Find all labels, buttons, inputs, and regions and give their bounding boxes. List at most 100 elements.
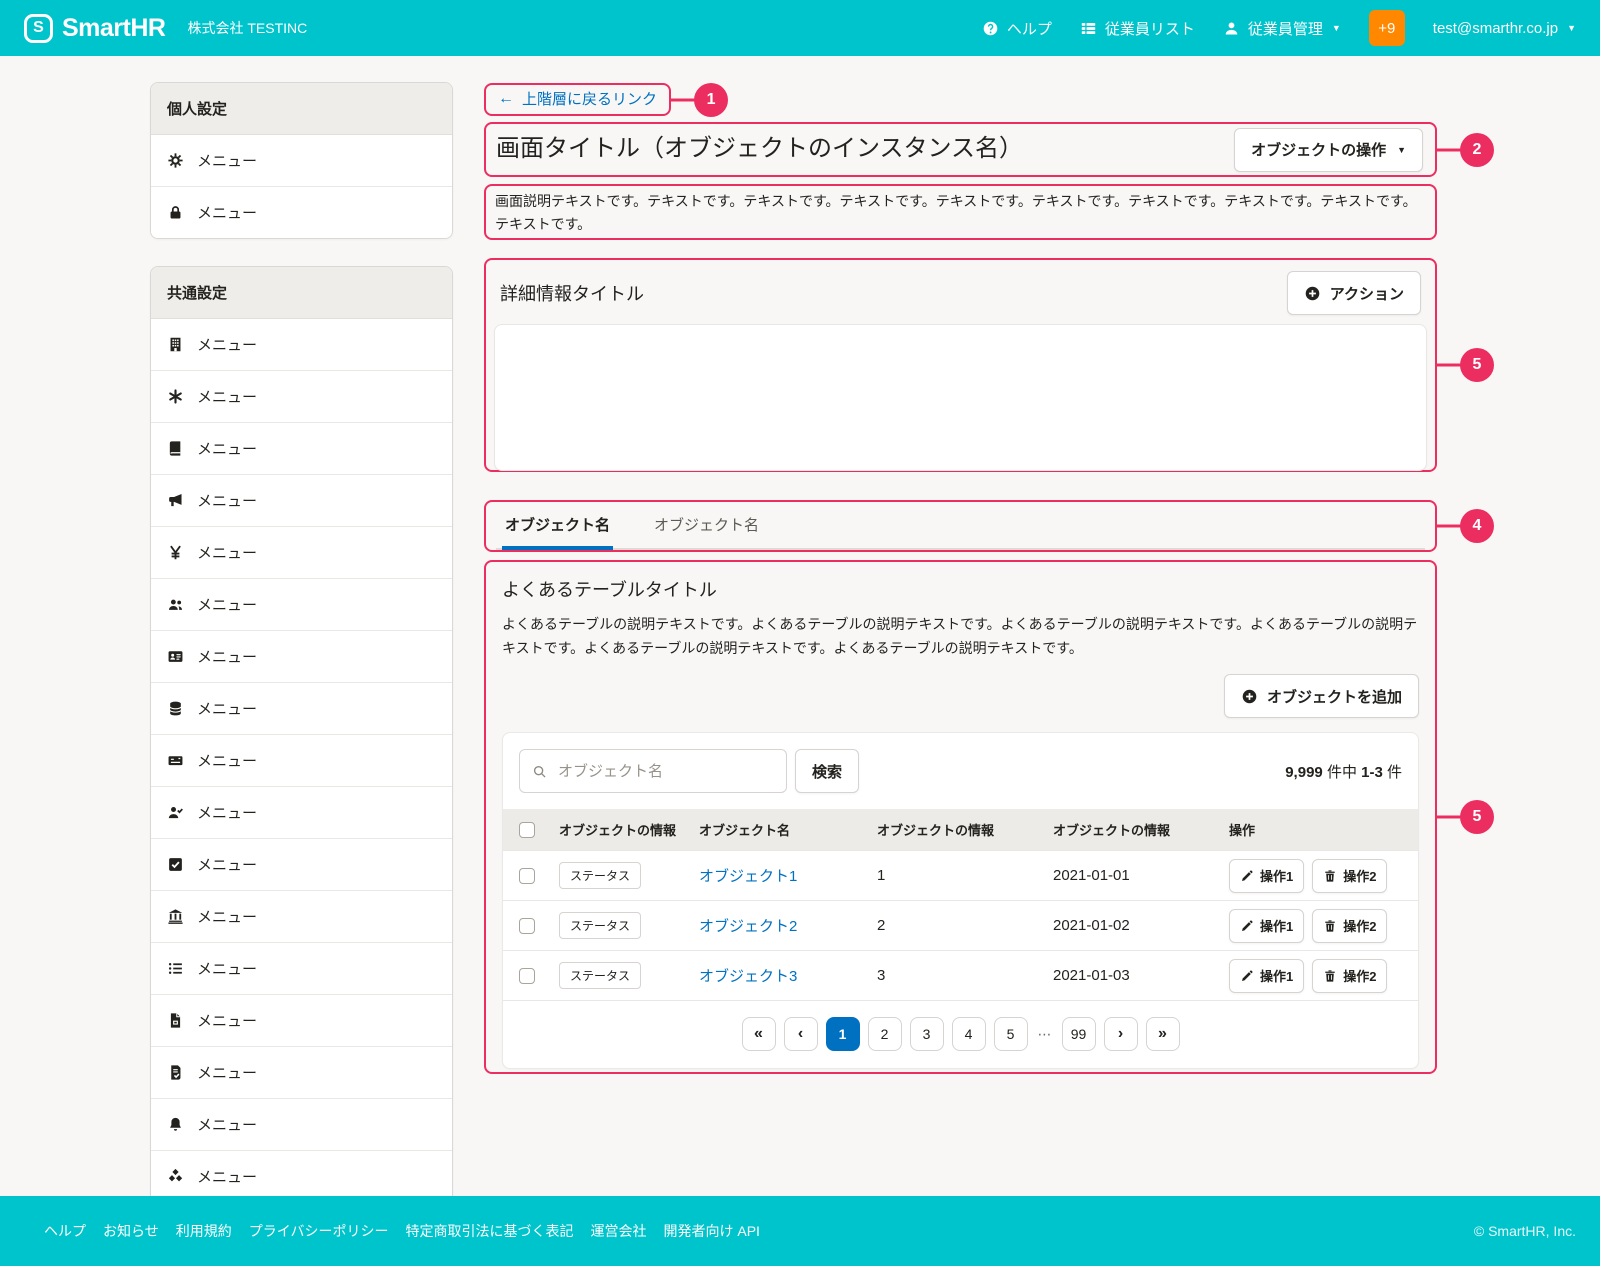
page-2-button[interactable]: 2: [868, 1017, 902, 1051]
row-date-cell: 2021-01-02: [1045, 901, 1221, 951]
sidebar-item-label: メニュー: [197, 958, 257, 979]
add-object-button[interactable]: オブジェクトを追加: [1224, 674, 1419, 718]
row-actions-cell: 操作1 操作2: [1221, 951, 1418, 1001]
file-check-icon: [167, 1064, 184, 1081]
sidebar-item-label: メニュー: [197, 698, 257, 719]
sidebar-item-id-card[interactable]: メニュー: [151, 630, 452, 682]
footer-link-4[interactable]: 特定商取引法に基づく表記: [405, 1221, 573, 1241]
nav-employee-list[interactable]: 従業員リスト: [1080, 18, 1195, 39]
tab-object-2[interactable]: オブジェクト名: [651, 514, 762, 548]
row-checkbox[interactable]: [519, 868, 535, 884]
page-4-button[interactable]: 4: [952, 1017, 986, 1051]
page-3-button[interactable]: 3: [910, 1017, 944, 1051]
annotation-connector: [669, 98, 695, 101]
annotation-box-back-link: ← 上階層に戻るリンク 1: [484, 83, 671, 116]
account-email: test@smarthr.co.jp: [1433, 20, 1558, 37]
sidebar-item-gear[interactable]: メニュー: [151, 135, 452, 186]
last-page-button[interactable]: »: [1146, 1017, 1180, 1051]
result-count-middle: 件中: [1327, 764, 1357, 781]
back-link[interactable]: ← 上階層に戻るリンク: [498, 88, 657, 109]
row-info-cell: 3: [869, 951, 1045, 1001]
sidebar-item-yen[interactable]: メニュー: [151, 526, 452, 578]
sidebar-item-landmark[interactable]: メニュー: [151, 890, 452, 942]
plus-circle-icon: [1304, 285, 1321, 302]
footer-link-2[interactable]: 利用規約: [176, 1221, 232, 1241]
sidebar-item-megaphone[interactable]: メニュー: [151, 474, 452, 526]
row-action-2-button[interactable]: 操作2: [1312, 959, 1387, 993]
sidebar-item-user-check[interactable]: メニュー: [151, 786, 452, 838]
sidebar-item-check-square[interactable]: メニュー: [151, 838, 452, 890]
page-1-button[interactable]: 1: [826, 1017, 860, 1051]
sidebar-section-title: 共通設定: [151, 267, 452, 319]
object-link[interactable]: オブジェクト2: [699, 918, 797, 935]
smarthr-logo[interactable]: S SmartHR: [24, 14, 165, 43]
sidebar: 個人設定メニューメニュー共通設定メニューメニューメニューメニューメニューメニュー…: [150, 82, 453, 1230]
sidebar-item-cubes[interactable]: メニュー: [151, 1150, 452, 1202]
footer-link-3[interactable]: プライバシーポリシー: [249, 1221, 389, 1241]
sidebar-item-label: メニュー: [197, 854, 257, 875]
row-checkbox[interactable]: [519, 918, 535, 934]
sidebar-item-asterisk[interactable]: メニュー: [151, 370, 452, 422]
row-actions-cell: 操作1操作2: [1221, 901, 1418, 951]
column-header-2: オブジェクトの情報: [869, 809, 1045, 851]
sidebar-item-building[interactable]: メニュー: [151, 319, 452, 370]
row-action-2-button[interactable]: 操作2: [1312, 909, 1387, 943]
first-page-button[interactable]: «: [742, 1017, 776, 1051]
sidebar-item-lock[interactable]: メニュー: [151, 186, 452, 238]
row-action-2-button[interactable]: 操作2: [1312, 859, 1387, 893]
sidebar-item-label: メニュー: [197, 1166, 257, 1187]
sidebar-item-users[interactable]: メニュー: [151, 578, 452, 630]
pencil-icon: [1240, 969, 1254, 983]
plus-circle-icon: [1241, 688, 1258, 705]
account-menu[interactable]: test@smarthr.co.jp▼: [1433, 20, 1576, 37]
detail-header: 詳細情報タイトル アクション: [494, 268, 1427, 324]
megaphone-icon: [167, 492, 184, 509]
prev-page-button[interactable]: ‹: [784, 1017, 818, 1051]
row-action-1-button[interactable]: 操作1: [1229, 959, 1304, 993]
annotation-number-5a: 5: [1460, 348, 1494, 382]
search-button[interactable]: 検索: [795, 749, 859, 793]
object-link[interactable]: オブジェクト3: [699, 968, 797, 985]
object-actions-button[interactable]: オブジェクトの操作 ▼: [1234, 128, 1423, 172]
sidebar-item-file-check[interactable]: メニュー: [151, 1046, 452, 1098]
select-all-checkbox[interactable]: [519, 822, 535, 838]
sidebar-item-book[interactable]: メニュー: [151, 422, 452, 474]
sidebar-item-money-check[interactable]: メニュー: [151, 734, 452, 786]
row-date-cell: 2021-01-03: [1045, 951, 1221, 1001]
footer-link-6[interactable]: 開発者向け API: [663, 1221, 759, 1241]
column-header-3: オブジェクトの情報: [1045, 809, 1221, 851]
annotation-box-table: よくあるテーブルタイトル よくあるテーブルの説明テキストです。よくあるテーブルの…: [484, 560, 1437, 1074]
next-page-button[interactable]: ›: [1104, 1017, 1138, 1051]
detail-action-button[interactable]: アクション: [1287, 271, 1421, 315]
object-link[interactable]: オブジェクト1: [699, 868, 797, 885]
sidebar-item-file[interactable]: メニュー: [151, 994, 452, 1046]
sidebar-item-list[interactable]: メニュー: [151, 942, 452, 994]
sidebar-item-bell[interactable]: メニュー: [151, 1098, 452, 1150]
footer-link-1[interactable]: お知らせ: [103, 1221, 159, 1241]
page-99-button[interactable]: 99: [1062, 1017, 1096, 1051]
app-header: S SmartHR 株式会社 TESTINC ヘルプ従業員リスト従業員管理▼+9…: [0, 0, 1600, 56]
sidebar-item-database[interactable]: メニュー: [151, 682, 452, 734]
footer-link-0[interactable]: ヘルプ: [44, 1221, 86, 1241]
sidebar-section-title: 個人設定: [151, 83, 452, 135]
nav-help[interactable]: ヘルプ: [982, 18, 1052, 39]
row-action-1-button[interactable]: 操作1: [1229, 909, 1304, 943]
column-header-4: 操作: [1221, 809, 1418, 851]
sidebar-section-1: 共通設定メニューメニューメニューメニューメニューメニューメニューメニューメニュー…: [150, 266, 453, 1203]
annotation-number-1: 1: [694, 83, 728, 117]
search-input[interactable]: [556, 762, 774, 781]
tab-object-1[interactable]: オブジェクト名: [502, 514, 613, 548]
object-actions-button-label: オブジェクトの操作: [1251, 139, 1386, 160]
annotation-number-4: 4: [1460, 509, 1494, 543]
nav-employee-admin[interactable]: 従業員管理▼: [1223, 18, 1341, 39]
row-info-cell: 1: [869, 851, 1045, 901]
sidebar-item-label: メニュー: [197, 202, 257, 223]
row-action-2-label: 操作2: [1343, 966, 1376, 985]
landmark-icon: [167, 908, 184, 925]
row-checkbox[interactable]: [519, 968, 535, 984]
page-5-button[interactable]: 5: [994, 1017, 1028, 1051]
footer-link-5[interactable]: 運営会社: [590, 1221, 646, 1241]
notification-count-badge[interactable]: +9: [1369, 10, 1405, 46]
row-action-1-button[interactable]: 操作1: [1229, 859, 1304, 893]
book-icon: [167, 440, 184, 457]
